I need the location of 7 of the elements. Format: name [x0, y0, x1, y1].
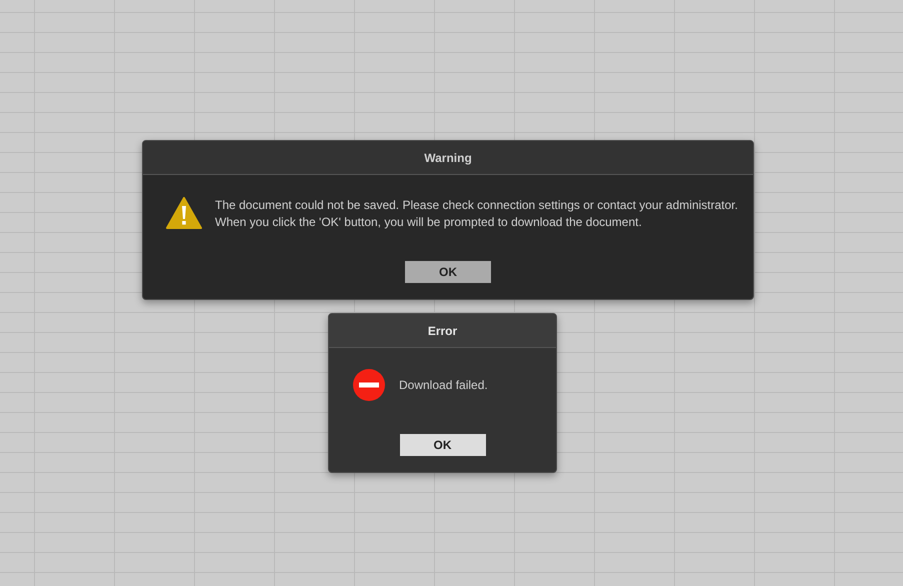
ok-button[interactable]: OK — [405, 261, 491, 283]
message-text: Download failed. — [399, 378, 488, 392]
ok-button[interactable]: OK — [400, 434, 486, 456]
message-text: When you click the 'OK' button, you will be prompted to download the document. — [215, 214, 643, 228]
dialog-title: Warning — [143, 141, 753, 175]
message-text: The document could not be saved. Please check connection settings or contact your administrator. — [215, 198, 738, 212]
dialog-title: Error — [329, 314, 556, 348]
